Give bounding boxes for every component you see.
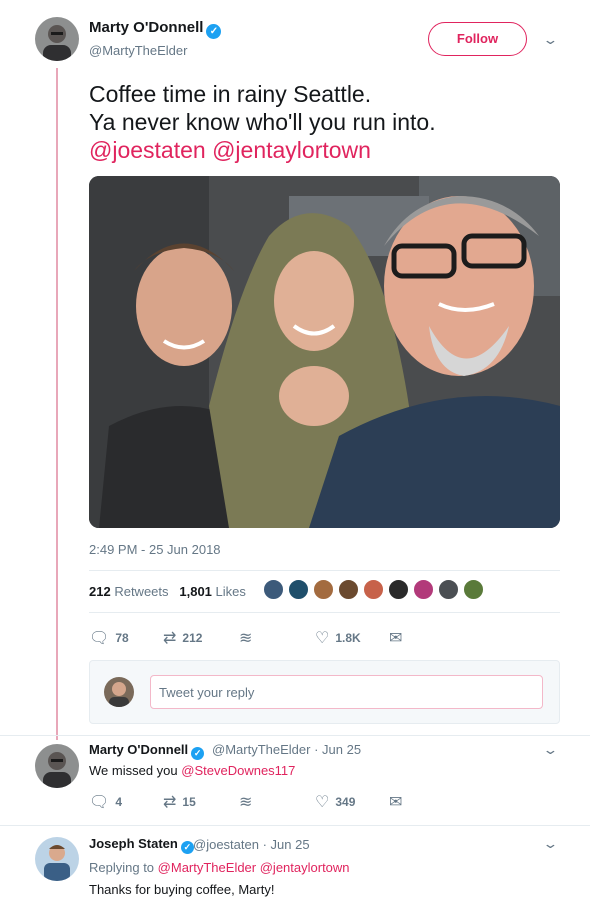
- liker-avatar[interactable]: [387, 578, 410, 601]
- replying-to-handles[interactable]: @MartyTheElder @jentaylortown: [158, 860, 350, 875]
- tweet-text: Coffee time in rainy Seattle. Ya never k…: [89, 80, 569, 164]
- liker-avatar[interactable]: [412, 578, 435, 601]
- liker-avatar[interactable]: [362, 578, 385, 601]
- like-button[interactable]: ♡ 349: [315, 792, 355, 812]
- reply-1-text: We missed you @SteveDownes117: [89, 763, 295, 778]
- reply-1-mention[interactable]: @SteveDownes117: [181, 763, 295, 778]
- retweet-button[interactable]: ⇄ 15: [163, 792, 196, 812]
- reply-2-meta: @joestaten · Jun 25: [193, 837, 310, 852]
- reply-1-text-body: We missed you: [89, 763, 178, 778]
- tweet-line-1: Coffee time in rainy Seattle.: [89, 81, 372, 107]
- thread-line: [56, 68, 58, 740]
- reply-button[interactable]: 🗨︎ 4: [89, 792, 122, 812]
- liker-avatar[interactable]: [262, 578, 285, 601]
- liker-avatar[interactable]: [312, 578, 335, 601]
- chevron-down-icon[interactable]: ⌄: [542, 32, 558, 48]
- reply-2-date[interactable]: · Jun 25: [263, 837, 310, 852]
- divider: [0, 735, 590, 736]
- author-name[interactable]: Marty O'Donnell ✓: [89, 19, 222, 39]
- tweet-stats: 212 Retweets 1,801 Likes: [89, 584, 246, 599]
- verified-icon: ✓: [191, 747, 205, 760]
- follow-button[interactable]: Follow: [428, 22, 527, 56]
- reply-icon: 🗨︎: [89, 630, 110, 647]
- author-name-text[interactable]: Marty O'Donnell: [89, 19, 203, 36]
- retweet-count: 212: [182, 631, 203, 645]
- divider: [89, 612, 560, 613]
- stack-button[interactable]: ≋: [239, 628, 258, 648]
- reply-1-author-name[interactable]: Marty O'Donnell: [89, 742, 188, 757]
- retweet-button[interactable]: ⇄ 212: [163, 628, 202, 648]
- tweet-actions: 🗨︎ 78 ⇄ 212 ≋ ♡ 1.8K ✉: [89, 628, 560, 648]
- likes-count: 1,801: [179, 584, 212, 599]
- reply-1-actions: 🗨︎ 4 ⇄ 15 ≋ ♡ 349 ✉: [89, 792, 560, 812]
- retweets-stat[interactable]: 212 Retweets: [89, 584, 169, 599]
- verified-icon: ✓: [180, 841, 194, 854]
- replying-to: Replying to @MartyTheElder @jentaylortow…: [89, 860, 350, 875]
- chevron-down-icon[interactable]: ⌄: [542, 742, 558, 758]
- reply-composer-avatar: [104, 677, 134, 707]
- retweets-label: Retweets: [114, 584, 169, 599]
- reply-1-avatar[interactable]: [35, 744, 79, 788]
- chevron-down-icon[interactable]: ⌄: [542, 836, 558, 852]
- reply-count: 78: [115, 631, 129, 645]
- reply-1-meta: @MartyTheElder · Jun 25: [212, 742, 361, 757]
- reply-2-handle[interactable]: @joestaten: [193, 837, 259, 852]
- reply-1-author[interactable]: Marty O'Donnell ✓: [89, 742, 205, 760]
- message-icon: ✉: [389, 630, 403, 647]
- like-button[interactable]: ♡ 1.8K: [315, 628, 361, 648]
- divider: [89, 570, 560, 571]
- stack-button[interactable]: ≋: [239, 792, 258, 812]
- reply-2-author[interactable]: Joseph Staten ✓: [89, 836, 194, 854]
- reply-2-text: Thanks for buying coffee, Marty!: [89, 882, 275, 897]
- heart-icon: ♡: [315, 630, 330, 647]
- verified-icon: ✓: [206, 24, 222, 39]
- message-icon: ✉: [389, 794, 403, 811]
- reply-icon: 🗨︎: [89, 794, 110, 811]
- likes-label: Likes: [215, 584, 246, 599]
- heart-icon: ♡: [315, 794, 330, 811]
- tweet-line-2: Ya never know who'll you run into.: [89, 109, 436, 135]
- reply-1-handle[interactable]: @MartyTheElder: [212, 742, 310, 757]
- like-count: 1.8K: [335, 631, 361, 645]
- stack-icon: ≋: [239, 794, 253, 811]
- stack-icon: ≋: [239, 630, 253, 647]
- likes-stat[interactable]: 1,801 Likes: [179, 584, 246, 599]
- reply-2-author-name[interactable]: Joseph Staten: [89, 836, 178, 851]
- reply-1-date[interactable]: · Jun 25: [314, 742, 361, 757]
- retweet-icon: ⇄: [163, 794, 177, 811]
- liker-avatar[interactable]: [462, 578, 485, 601]
- author-handle[interactable]: @MartyTheElder: [89, 43, 187, 58]
- author-avatar[interactable]: [35, 17, 79, 61]
- liker-avatar[interactable]: [287, 578, 310, 601]
- tweet-timestamp[interactable]: 2:49 PM - 25 Jun 2018: [89, 542, 221, 557]
- reply-2-avatar[interactable]: [35, 837, 79, 881]
- retweets-count: 212: [89, 584, 111, 599]
- likers-avatars: [262, 578, 485, 601]
- retweet-icon: ⇄: [163, 630, 177, 647]
- tweet-photo[interactable]: [89, 176, 560, 528]
- divider: [0, 825, 590, 826]
- reply-input[interactable]: Tweet your reply: [150, 675, 543, 709]
- liker-avatar[interactable]: [437, 578, 460, 601]
- reply-button[interactable]: 🗨︎ 78: [89, 628, 129, 648]
- message-button[interactable]: ✉: [389, 792, 408, 812]
- retweet-count: 15: [182, 795, 196, 809]
- replying-to-label: Replying to: [89, 860, 155, 875]
- reply-count: 4: [115, 795, 122, 809]
- tweet-mentions[interactable]: @joestaten @jentaylortown: [89, 136, 569, 164]
- liker-avatar[interactable]: [337, 578, 360, 601]
- message-button[interactable]: ✉: [389, 628, 408, 648]
- like-count: 349: [335, 795, 356, 809]
